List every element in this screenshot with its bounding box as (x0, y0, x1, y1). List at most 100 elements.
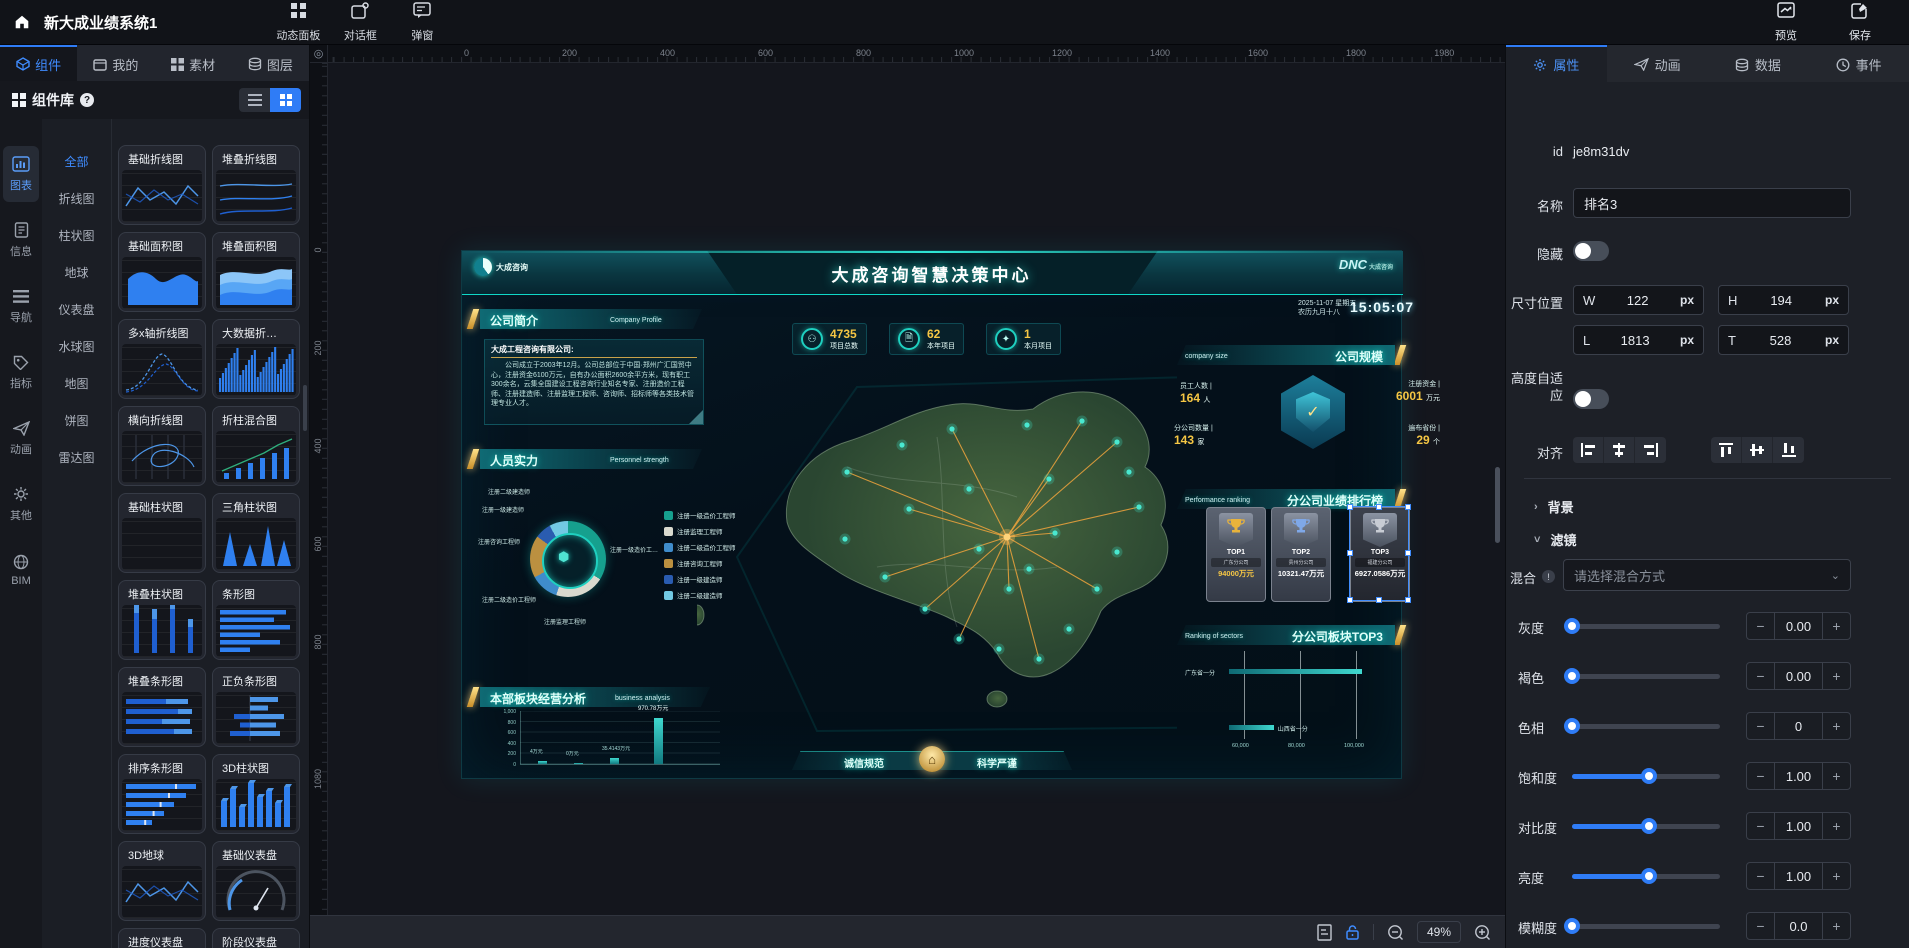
decrement-button[interactable]: − (1747, 863, 1774, 889)
grid-view-button[interactable] (270, 88, 301, 112)
decrement-button[interactable]: − (1747, 763, 1774, 789)
filter-slider-thumb[interactable] (1564, 668, 1580, 684)
selection-handle[interactable] (1405, 597, 1411, 603)
selection-handle[interactable] (1405, 550, 1411, 556)
tab-components[interactable]: 组件 (0, 45, 77, 81)
selection-handle[interactable] (1405, 504, 1411, 510)
decrement-button[interactable]: − (1747, 663, 1774, 689)
dynamic-panel-button[interactable]: 动态面板 (267, 0, 329, 45)
increment-button[interactable]: + (1823, 613, 1850, 639)
filter-slider-thumb[interactable] (1641, 768, 1657, 784)
top-field[interactable]: T528px (1718, 325, 1849, 355)
left-field[interactable]: L1813px (1573, 325, 1704, 355)
height-field[interactable]: H194px (1718, 285, 1849, 315)
rail-item-7[interactable]: BIM (0, 537, 42, 603)
component-card[interactable]: 堆叠条形图 (118, 667, 206, 747)
increment-button[interactable]: + (1823, 813, 1850, 839)
filter-slider[interactable] (1572, 874, 1720, 879)
preview-button[interactable]: 预览 (1757, 0, 1815, 45)
autoheight-toggle[interactable] (1573, 389, 1609, 409)
rail-item-4[interactable]: 指标 (0, 339, 42, 405)
tab-mine[interactable]: 我的 (77, 45, 154, 81)
rail-item-6[interactable]: 其他 (0, 471, 42, 537)
selection-handle[interactable] (1376, 504, 1382, 510)
tab-events[interactable]: 事件 (1808, 45, 1909, 82)
component-card[interactable]: 堆叠折线图 (212, 145, 300, 225)
component-card[interactable]: 大数据折… (212, 319, 300, 399)
increment-button[interactable]: + (1823, 763, 1850, 789)
help-icon[interactable]: ? (80, 93, 94, 107)
rail-item-3[interactable]: 导航 (0, 273, 42, 339)
filter-slider-thumb[interactable] (1564, 918, 1580, 934)
decrement-button[interactable]: − (1747, 613, 1774, 639)
filter-slider-thumb[interactable] (1564, 618, 1580, 634)
tab-assets[interactable]: 素材 (155, 45, 232, 81)
blend-info-icon[interactable]: ! (1542, 570, 1555, 583)
subcategory-4[interactable]: 地球 (42, 254, 111, 291)
selection-handle[interactable] (1347, 550, 1353, 556)
component-card[interactable]: 进度仪表盘 (118, 928, 206, 948)
filter-slider-thumb[interactable] (1641, 818, 1657, 834)
tab-data[interactable]: 数据 (1708, 45, 1809, 82)
hide-toggle[interactable] (1573, 241, 1609, 261)
subcategory-3[interactable]: 柱状图 (42, 217, 111, 254)
rail-item-2[interactable]: 信息 (0, 207, 42, 273)
popup-button[interactable]: 弹窗 (391, 0, 453, 45)
unlock-icon[interactable] (1345, 924, 1360, 941)
subcategory-7[interactable]: 地图 (42, 365, 111, 402)
increment-button[interactable]: + (1823, 863, 1850, 889)
decrement-button[interactable]: − (1747, 813, 1774, 839)
subcategory-2[interactable]: 折线图 (42, 180, 111, 217)
increment-button[interactable]: + (1823, 713, 1850, 739)
component-card[interactable]: 基础仪表盘 (212, 841, 300, 921)
decrement-button[interactable]: − (1747, 713, 1774, 739)
component-card[interactable]: 基础折线图 (118, 145, 206, 225)
subcategory-8[interactable]: 饼图 (42, 402, 111, 439)
list-view-button[interactable] (239, 88, 270, 112)
subcategory-5[interactable]: 仪表盘 (42, 291, 111, 328)
dialog-button[interactable]: 对话框 (329, 0, 391, 45)
align-right-button[interactable] (1635, 437, 1666, 463)
canvas-scrollbar[interactable] (1495, 467, 1500, 543)
align-center-h-button[interactable] (1604, 437, 1635, 463)
rail-item-1[interactable]: 图表 (0, 141, 42, 207)
ruler-origin-icon[interactable]: ◎ (310, 45, 328, 63)
dashboard-artboard[interactable]: 大成咨询智慧决策中心 大成咨询 DNC大成咨询 2025-11-07 星期五 农… (461, 250, 1402, 779)
ranking-card-top1[interactable]: TOP1广东分公司94000万元 (1206, 507, 1266, 602)
component-card[interactable]: 3D地球 (118, 841, 206, 921)
blend-select[interactable]: 请选择混合方式 ⌄ (1563, 559, 1851, 591)
subcategory-9[interactable]: 雷达图 (42, 439, 111, 476)
tab-layers[interactable]: 图层 (232, 45, 309, 81)
decrement-button[interactable]: − (1747, 913, 1774, 939)
selection-handle[interactable] (1347, 597, 1353, 603)
component-card[interactable]: 堆叠柱状图 (118, 580, 206, 660)
ranking-card-top2[interactable]: TOP2贵州分公司10321.47万元 (1271, 507, 1331, 602)
component-card[interactable]: 堆叠面积图 (212, 232, 300, 312)
section-filter[interactable]: ˅滤镜 (1534, 530, 1576, 549)
name-input[interactable] (1573, 188, 1851, 218)
zoom-in-button[interactable] (1474, 924, 1491, 941)
component-card[interactable]: 基础柱状图 (118, 493, 206, 573)
filter-slider[interactable] (1572, 624, 1720, 629)
component-card[interactable]: 条形图 (212, 580, 300, 660)
filter-slider-thumb[interactable] (1641, 868, 1657, 884)
left-panel-scrollbar[interactable] (303, 385, 307, 431)
selection-handle[interactable] (1347, 504, 1353, 510)
component-card[interactable]: 多x轴折线图 (118, 319, 206, 399)
align-middle-v-button[interactable] (1742, 437, 1773, 463)
component-card[interactable]: 折柱混合图 (212, 406, 300, 486)
rail-item-5[interactable]: 动画 (0, 405, 42, 471)
selection-overlay[interactable] (1349, 506, 1409, 601)
zoom-out-button[interactable] (1387, 924, 1404, 941)
save-button[interactable]: 保存 (1831, 0, 1889, 45)
subcategory-6[interactable]: 水球图 (42, 328, 111, 365)
filter-slider[interactable] (1572, 674, 1720, 679)
align-bottom-button[interactable] (1773, 437, 1804, 463)
component-card[interactable]: 3D柱状图 (212, 754, 300, 834)
home-button[interactable] (0, 0, 44, 45)
align-top-button[interactable] (1711, 437, 1742, 463)
component-card[interactable]: 基础面积图 (118, 232, 206, 312)
component-card[interactable]: 排序条形图 (118, 754, 206, 834)
filter-slider-thumb[interactable] (1564, 718, 1580, 734)
subcategory-1[interactable]: 全部 (42, 143, 111, 180)
